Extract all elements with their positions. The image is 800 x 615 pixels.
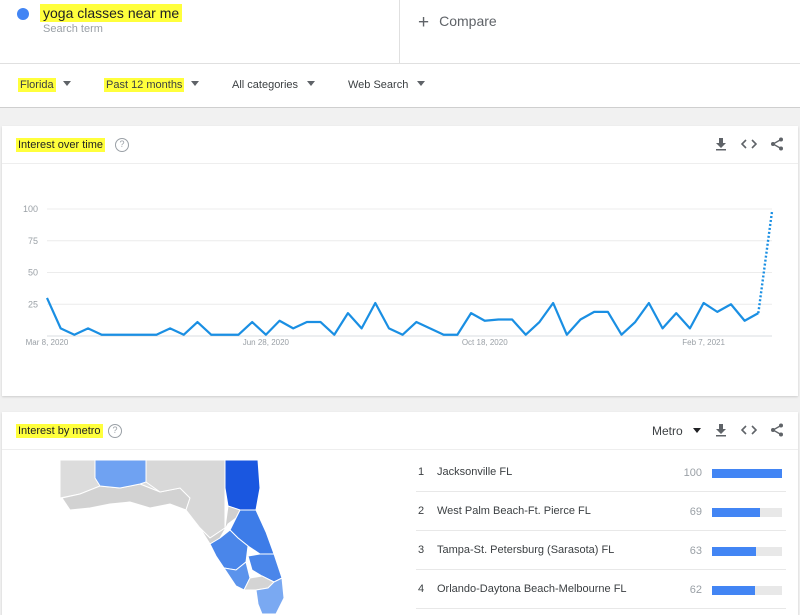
time-filter[interactable]: Past 12 months [104,78,200,92]
metro-rank: 2 [418,505,425,517]
category-filter-label: All categories [232,79,299,91]
metro-row[interactable]: 4 Orlando-Daytona Beach-Melbourne FL 62 [416,571,786,609]
interest-chart: 100 75 50 25 Mar 8, 2020 Jun 28, 2020 Oct 18, … [23,204,774,347]
y-tick-label: 25 [28,299,38,309]
series-partial-line[interactable] [757,211,774,314]
metro-bar [712,547,757,556]
embed-icon[interactable] [740,423,758,439]
filter-bar: Florida Past 12 months All categories We… [0,64,800,108]
interest-by-metro-card: Interest by metro ? Metro 1 Jacksonville… [2,412,798,615]
category-filter[interactable]: All categories [230,79,316,91]
metro-bar-track [712,586,782,595]
search-bar: yoga classes near me Search term + Compar… [0,0,800,64]
metro-bar [712,586,756,595]
metro-map[interactable] [60,458,300,615]
metro-row[interactable]: 1 Jacksonville FL 100 [416,454,786,492]
region-filter-label: Florida [18,78,56,92]
interest-over-time-title: Interest over time [16,138,105,152]
caret-down-icon [307,81,316,86]
metro-name: Jacksonville FL [437,466,513,478]
metro-value: 63 [689,545,702,557]
metro-bar [712,469,782,478]
series-line[interactable] [45,297,759,336]
metro-name: Orlando-Daytona Beach-Melbourne FL [437,583,627,595]
card-header: Interest by metro ? Metro [2,412,798,450]
metro-rank: 1 [418,466,425,478]
metro-select-label: Metro [652,424,683,438]
metro-bar-track [712,547,782,556]
metro-bar-track [712,469,782,478]
y-tick-label: 100 [23,204,38,214]
help-icon[interactable]: ? [108,424,122,438]
download-icon[interactable] [713,137,729,153]
x-tick-label: Jun 28, 2020 [243,338,290,347]
x-tick-label: Oct 18, 2020 [462,338,508,347]
download-icon[interactable] [713,423,729,439]
help-icon[interactable]: ? [115,138,129,152]
interest-over-time-card: Interest over time ? 100 75 50 25 Mar 8, 202… [2,126,798,396]
metro-bar [712,508,761,517]
source-filter-label: Web Search [348,79,409,91]
search-term-label: Search term [43,23,103,35]
metro-name: West Palm Beach-Ft. Pierce FL [437,505,591,517]
caret-down-icon [191,81,200,86]
caret-down-icon [62,81,71,86]
card-header: Interest over time ? [2,126,798,164]
metro-rank: 4 [418,583,425,595]
metro-rank: 3 [418,544,425,556]
metro-row[interactable]: 3 Tampa-St. Petersburg (Sarasota) FL 63 [416,532,786,570]
metro-value: 69 [689,506,702,518]
compare-button[interactable]: + Compare [418,12,497,34]
plus-icon: + [418,12,430,33]
source-filter[interactable]: Web Search [346,79,426,91]
compare-label: Compare [439,13,497,29]
time-filter-label: Past 12 months [104,78,185,92]
y-tick-label: 75 [28,236,38,246]
metro-value: 100 [683,467,702,479]
region-filter[interactable]: Florida [18,78,71,92]
metro-row[interactable]: 2 West Palm Beach-Ft. Pierce FL 69 [416,493,786,531]
y-tick-label: 50 [28,268,38,278]
share-icon[interactable] [769,423,785,439]
search-term[interactable]: yoga classes near me [40,4,183,22]
metro-value: 62 [689,584,702,596]
metro-bar-track [712,508,782,517]
interest-by-metro-title: Interest by metro [16,424,103,438]
caret-down-icon [417,81,426,86]
embed-icon[interactable] [740,137,758,153]
series-color-dot [17,8,29,20]
caret-down-icon [692,428,701,433]
metro-name: Tampa-St. Petersburg (Sarasota) FL [437,544,615,556]
search-term-box[interactable]: yoga classes near me Search term [0,0,400,64]
x-tick-label: Feb 7, 2021 [682,338,725,347]
x-tick-label: Mar 8, 2020 [26,338,69,347]
metro-select[interactable]: Metro [652,424,701,438]
share-icon[interactable] [769,137,785,153]
